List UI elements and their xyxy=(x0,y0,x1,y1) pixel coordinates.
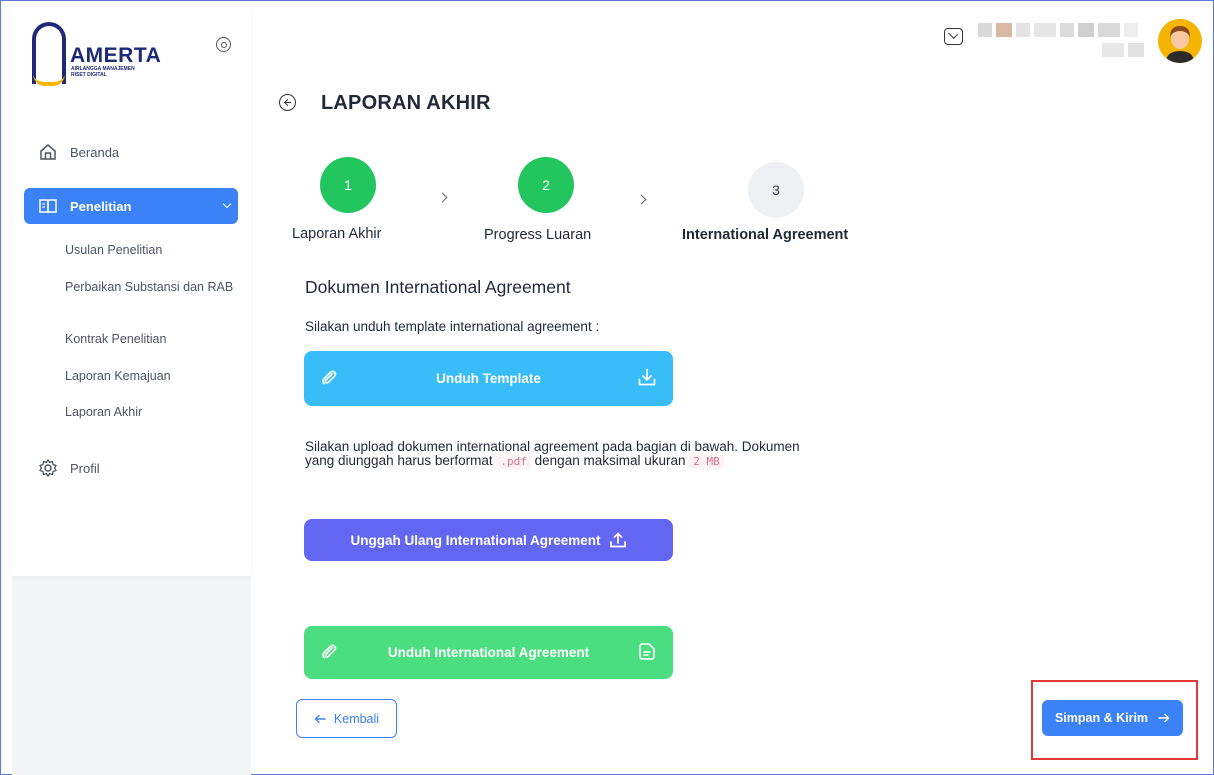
sidebar-subitem-perbaikan-substansi[interactable]: Perbaikan Substansi dan RAB xyxy=(65,280,235,295)
sidebar-panel: AMERTA AIRLANGGA MANAJEMEN RISET DIGITAL… xyxy=(12,8,251,576)
step-2-circle: 2 xyxy=(518,157,574,213)
upload-instruction-text-b: dengan maksimal ukuran xyxy=(534,453,686,468)
sidebar-item-beranda[interactable]: Beranda xyxy=(24,134,238,170)
sidebar-subitem-laporan-kemajuan[interactable]: Laporan Kemajuan xyxy=(65,369,235,384)
sidebar-item-profil[interactable]: Profil xyxy=(24,450,238,486)
submit-button[interactable]: Simpan & Kirim xyxy=(1042,700,1183,736)
sidebar-subitem-laporan-akhir[interactable]: Laporan Akhir xyxy=(65,405,235,420)
sidebar-item-label: Beranda xyxy=(70,144,120,160)
logo-title: AMERTA xyxy=(70,44,162,67)
back-label: Kembali xyxy=(333,711,380,726)
logo-tagline: AIRLANGGA MANAJEMEN RISET DIGITAL xyxy=(71,66,151,78)
upload-icon xyxy=(609,531,627,549)
download-instruction: Silakan unduh template international agr… xyxy=(305,319,600,334)
book-icon xyxy=(38,196,58,216)
logo-arch-base xyxy=(33,74,65,86)
back-arrow-icon[interactable] xyxy=(279,94,296,111)
logo-tagline-line2: RISET DIGITAL xyxy=(71,72,107,78)
format-chip: .pdf xyxy=(496,455,531,469)
page-title: LAPORAN AKHIR xyxy=(321,92,491,114)
sidebar: AMERTA AIRLANGGA MANAJEMEN RISET DIGITAL… xyxy=(12,8,251,775)
download-template-label: Unduh Template xyxy=(436,371,541,386)
section-title: Dokumen International Agreement xyxy=(305,277,571,297)
paperclip-icon xyxy=(320,642,338,663)
sidebar-toggle-icon[interactable] xyxy=(216,37,231,52)
step-2-label: Progress Luaran xyxy=(484,227,592,243)
step-3-label: International Agreement xyxy=(682,227,849,243)
amerta-logo[interactable]: AMERTA AIRLANGGA MANAJEMEN RISET DIGITAL xyxy=(32,22,182,86)
download-agreement-button[interactable]: Unduh International Agreement xyxy=(304,626,673,679)
step-1-circle: 1 xyxy=(320,157,376,213)
user-avatar[interactable] xyxy=(1158,19,1202,63)
sidebar-item-label: Penelitian xyxy=(70,198,132,214)
user-name-blurred xyxy=(978,23,1150,59)
download-icon xyxy=(637,367,657,390)
sidebar-subitem-usulan-penelitian[interactable]: Usulan Penelitian xyxy=(65,243,235,258)
gear-icon xyxy=(38,458,58,478)
step-3-circle: 3 xyxy=(748,162,804,218)
download-template-button[interactable]: Unduh Template xyxy=(304,351,673,406)
submit-label: Simpan & Kirim xyxy=(1054,711,1149,725)
upload-instruction-text-a: yang diunggah harus berformat xyxy=(305,453,493,468)
mail-icon[interactable] xyxy=(944,28,963,45)
upload-instruction-line2: yang diunggah harus berformat .pdf denga… xyxy=(305,454,724,469)
step-1-label: Laporan Akhir xyxy=(292,226,382,242)
back-button[interactable]: Kembali xyxy=(296,699,397,738)
upload-instruction-line1: Silakan upload dokumen international agr… xyxy=(305,439,800,454)
size-chip: 2 MB xyxy=(689,455,724,469)
sidebar-item-penelitian[interactable]: Penelitian xyxy=(24,188,238,224)
reupload-agreement-button[interactable]: Unggah Ulang International Agreement xyxy=(304,519,673,561)
chevron-down-icon xyxy=(222,199,232,209)
arrow-right-icon xyxy=(1158,713,1170,723)
sidebar-subitem-kontrak-penelitian[interactable]: Kontrak Penelitian xyxy=(65,332,235,347)
reupload-label: Unggah Ulang International Agreement xyxy=(350,532,601,548)
sidebar-item-label: Profil xyxy=(70,460,100,476)
download-agreement-label: Unduh International Agreement xyxy=(387,645,590,660)
home-icon xyxy=(38,142,58,162)
arrow-left-icon xyxy=(314,714,326,724)
document-icon xyxy=(637,641,657,664)
paperclip-icon xyxy=(320,368,338,389)
